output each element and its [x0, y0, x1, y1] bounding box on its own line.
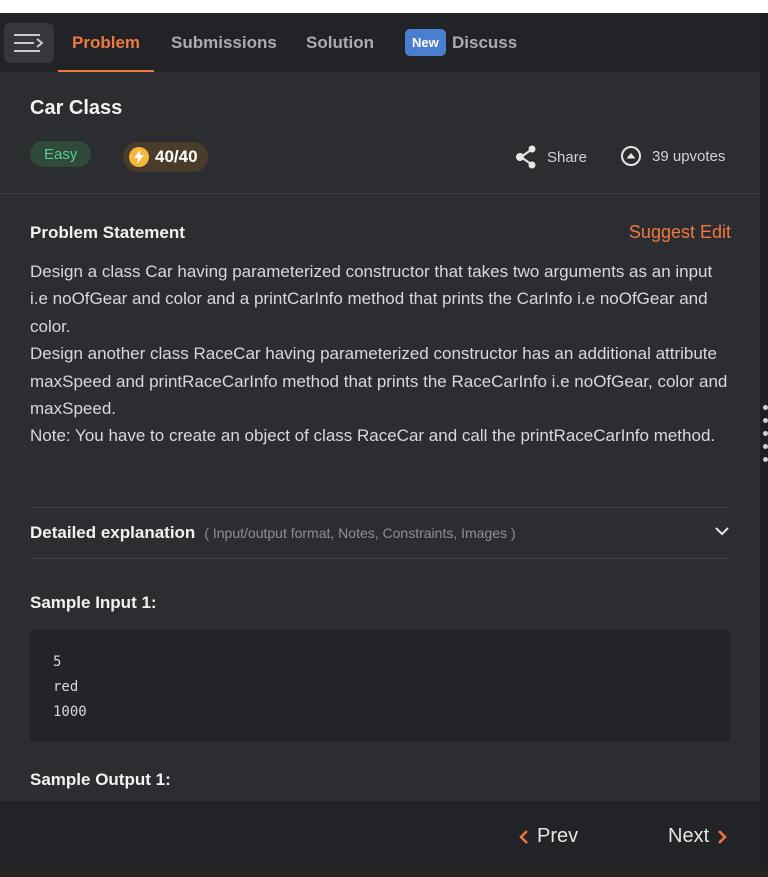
menu-collapse-icon [14, 34, 44, 52]
score-badge: 40/40 [123, 142, 208, 172]
detailed-explanation-subtitle: ( Input/output format, Notes, Constraint… [204, 525, 516, 541]
chevron-down-icon [715, 527, 729, 536]
lightning-icon [129, 147, 149, 167]
problem-panel: Problem Submissions Solution New Discuss… [0, 13, 760, 871]
share-button[interactable]: Share [515, 145, 587, 169]
upvote-count: 39 upvotes [652, 147, 726, 165]
dot-icon [763, 444, 768, 449]
dot-icon [763, 418, 768, 423]
more-options-handle[interactable] [763, 405, 768, 470]
next-label: Next [668, 825, 710, 847]
chevron-right-icon [718, 829, 727, 844]
prev-label: Prev [537, 825, 579, 847]
tab-solution[interactable]: Solution [306, 13, 374, 72]
detailed-explanation-toggle[interactable]: Detailed explanation ( Input/output form… [30, 523, 730, 543]
description-paragraph: Note: You have to create an object of cl… [30, 426, 716, 446]
new-badge: New [405, 29, 446, 56]
tab-problem[interactable]: Problem [57, 13, 155, 72]
upvote-button[interactable]: 39 upvotes [620, 145, 725, 167]
difficulty-badge: Easy [30, 141, 92, 167]
dot-icon [763, 457, 768, 462]
bottom-edge [0, 871, 768, 877]
divider [30, 507, 730, 508]
upvote-icon [621, 146, 641, 166]
prev-button[interactable]: Prev [519, 825, 578, 848]
header-divider [0, 193, 760, 194]
sample-input-title: Sample Input 1: [30, 593, 157, 612]
problem-description: Design a class Car having parameterized … [30, 258, 730, 450]
problem-title: Car Class [30, 97, 123, 119]
sample-output-title: Sample Output 1: [30, 770, 171, 789]
dot-icon [763, 431, 768, 436]
suggest-edit-link[interactable]: Suggest Edit [629, 222, 731, 243]
share-icon [516, 145, 536, 169]
tab-bar: Problem Submissions Solution New Discuss [0, 13, 760, 72]
divider [30, 558, 730, 559]
sample-input-box: 5 red 1000 [30, 630, 730, 741]
menu-toggle-button[interactable] [4, 23, 54, 63]
description-paragraph: Design a class Car having parameterized … [30, 262, 713, 336]
dot-icon [763, 405, 768, 410]
footer-nav: Prev Next [0, 801, 760, 871]
problem-statement-heading: Problem Statement [30, 223, 185, 242]
score-value: 40/40 [155, 147, 198, 166]
detailed-explanation-title: Detailed explanation [30, 523, 196, 542]
sample-input-code: 5 red 1000 [53, 654, 87, 720]
next-button[interactable]: Next [668, 825, 727, 848]
description-paragraph: Design another class RaceCar having para… [30, 344, 728, 419]
tab-submissions[interactable]: Submissions [171, 13, 277, 72]
tab-discuss[interactable]: Discuss [452, 13, 517, 72]
chevron-left-icon [519, 829, 528, 844]
share-label: Share [547, 148, 588, 166]
